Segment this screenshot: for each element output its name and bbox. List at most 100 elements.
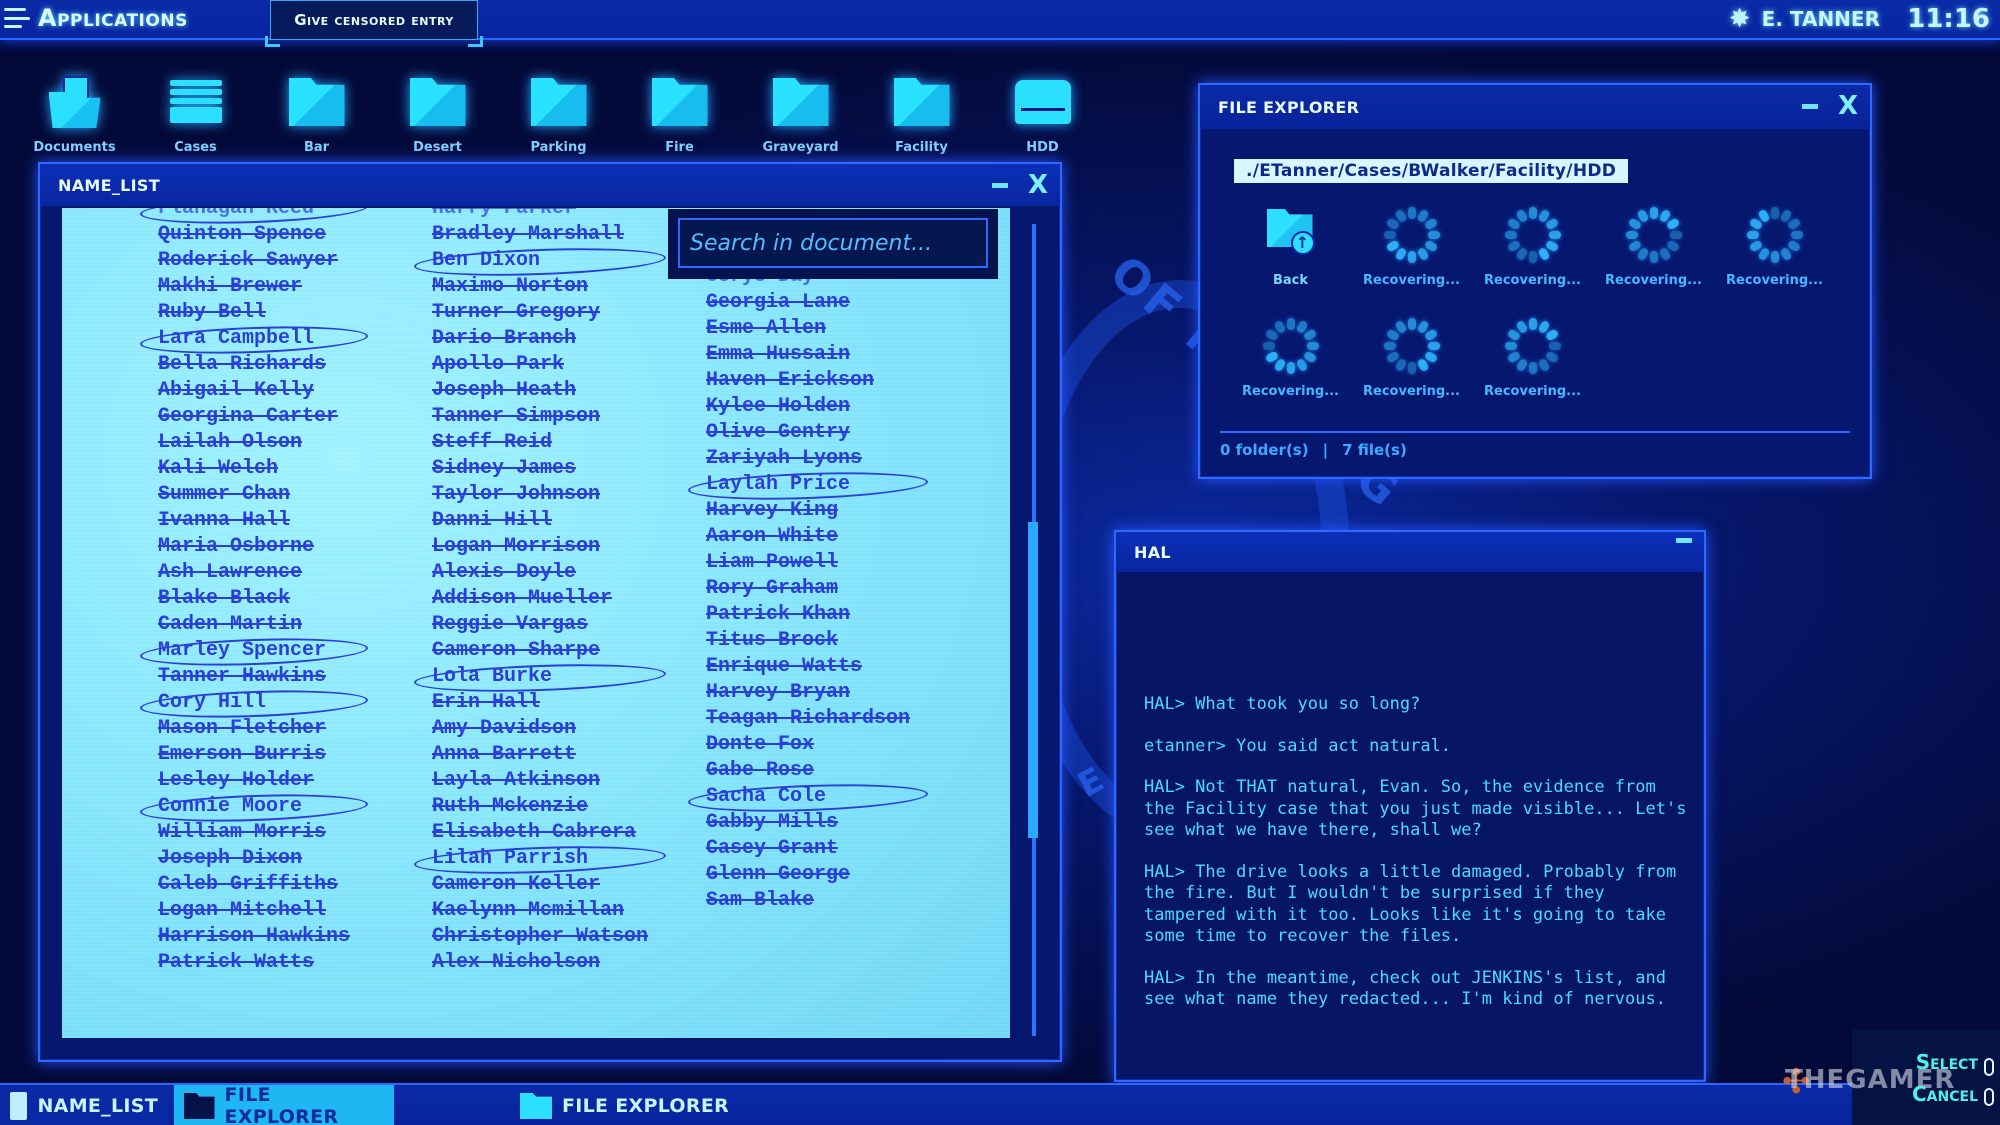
window-titlebar[interactable]: HAL [1116,532,1704,572]
name-entry[interactable]: Ruth Mckenzie [432,794,648,820]
name-entry[interactable]: Danni Hill [432,508,648,534]
name-entry[interactable]: Maximo Norton [432,274,648,300]
recovering-file[interactable]: Recovering... [1472,205,1593,288]
name-entry[interactable]: Kaelynn Mcmillan [432,898,648,924]
name-entry[interactable]: Caden Martin [158,612,350,638]
desktop-icon-bar[interactable]: Bar [256,70,377,155]
minimize-button[interactable] [1676,538,1692,543]
name-entry[interactable]: Ash Lawrence [158,560,350,586]
name-entry[interactable]: William Morris [158,820,350,846]
name-entry[interactable]: Glenn George [706,862,910,888]
name-entry[interactable]: Georgina Carter [158,404,350,430]
name-entry[interactable]: Bradley Marshall [432,222,648,248]
name-entry[interactable]: Zariyah Lyons [706,446,910,472]
name-entry[interactable]: Cory Hill [158,690,350,716]
name-entry[interactable]: Casey Grant [706,836,910,862]
search-input[interactable] [678,218,988,268]
name-entry[interactable]: Gabe Rose [706,758,910,784]
name-entry[interactable]: Anna Barrett [432,742,648,768]
name-entry[interactable]: Bella Richards [158,352,350,378]
desktop-icon-fire[interactable]: Fire [619,70,740,155]
name-entry[interactable]: Joseph Heath [432,378,648,404]
name-entry[interactable]: Lara Campbell [158,326,350,352]
name-entry[interactable]: Ivanna Hall [158,508,350,534]
name-entry[interactable]: Caleb Griffiths [158,872,350,898]
minimize-button[interactable] [991,182,1008,188]
name-entry[interactable]: Turner Gregory [432,300,648,326]
close-button[interactable]: X [1838,91,1858,121]
name-entry[interactable]: Titus Brock [706,628,910,654]
name-entry[interactable]: Patrick Khan [706,602,910,628]
name-entry[interactable]: Summer Chan [158,482,350,508]
name-entry[interactable]: Emma Hussain [706,342,910,368]
name-entry[interactable]: Patrick Watts [158,950,350,976]
name-entry[interactable]: Enrique Watts [706,654,910,680]
name-entry[interactable]: Erin Hall [432,690,648,716]
recovering-file[interactable]: Recovering... [1351,316,1472,399]
name-entry[interactable]: Gabby Mills [706,810,910,836]
recovering-file[interactable]: Recovering... [1714,205,1835,288]
name-entry[interactable]: Logan Mitchell [158,898,350,924]
name-entry[interactable]: Taylor Johnson [432,482,648,508]
name-entry[interactable]: Marley Spencer [158,638,350,664]
name-entry[interactable]: Maria Osborne [158,534,350,560]
name-entry[interactable]: Liam Powell [706,550,910,576]
taskbar-item-file-explorer-active[interactable]: FILE EXPLORER [174,1084,394,1125]
name-entry[interactable]: Harvey King [706,498,910,524]
desktop-icon-cases[interactable]: Cases [135,70,256,155]
desktop-icon-facility[interactable]: Facility [861,70,982,155]
desktop-icon-desert[interactable]: Desert [377,70,498,155]
name-entry[interactable]: Sidney James [432,456,648,482]
recovering-file[interactable]: Recovering... [1351,205,1472,288]
recovering-file[interactable]: Recovering... [1593,205,1714,288]
name-entry[interactable]: Connie Moore [158,794,350,820]
name-entry[interactable]: Rory Graham [706,576,910,602]
name-entry[interactable]: Kylee Holden [706,394,910,420]
name-entry[interactable]: Alexis Doyle [432,560,648,586]
name-entry[interactable]: Teagan Richardson [706,706,910,732]
minimize-button[interactable] [1801,103,1818,109]
name-entry[interactable]: Ben Dixon [432,248,648,274]
name-entry[interactable]: Roderick Sawyer [158,248,350,274]
name-entry[interactable]: Abigail Kelly [158,378,350,404]
name-entry[interactable]: Ruby Bell [158,300,350,326]
name-entry[interactable]: Emerson Burris [158,742,350,768]
recovering-file[interactable]: Recovering... [1230,316,1351,399]
name-entry[interactable]: Joseph Dixon [158,846,350,872]
scrollbar-thumb[interactable] [1028,521,1038,838]
user-profile[interactable]: ✸ E. TANNER [1726,5,1880,33]
name-entry[interactable]: Cameron Keller [432,872,648,898]
name-entry[interactable]: Makhi Brewer [158,274,350,300]
name-entry[interactable]: Laylah Price [706,472,910,498]
name-entry[interactable]: Mason Fletcher [158,716,350,742]
desktop-icon-documents[interactable]: Documents [14,70,135,155]
name-entry[interactable]: Donte Fox [706,732,910,758]
name-entry[interactable]: Reggie Vargas [432,612,648,638]
desktop-icon-parking[interactable]: Parking [498,70,619,155]
name-entry[interactable]: Dario Branch [432,326,648,352]
name-entry[interactable]: Lesley Holder [158,768,350,794]
name-entry[interactable]: Georgia Lane [706,290,910,316]
name-entry[interactable]: Harrison Hawkins [158,924,350,950]
name-entry[interactable]: Tanner Simpson [432,404,648,430]
close-button[interactable]: X [1028,170,1048,200]
recovering-file[interactable]: Recovering... [1472,316,1593,399]
name-entry[interactable]: Lailah Olson [158,430,350,456]
name-entry[interactable]: Apollo Park [432,352,648,378]
name-entry[interactable]: Tanner Hawkins [158,664,350,690]
name-entry[interactable]: Blake Black [158,586,350,612]
name-entry[interactable]: Cameron Sharpe [432,638,648,664]
name-entry[interactable]: Layla Atkinson [432,768,648,794]
name-entry[interactable]: Lola Burke [432,664,648,690]
desktop-icon-hdd[interactable]: HDD [982,70,1103,155]
name-entry[interactable]: Alex Nicholson [432,950,648,976]
name-entry[interactable]: Harry Parker [432,208,648,222]
name-entry[interactable]: Addison Mueller [432,586,648,612]
name-entry[interactable]: Steff Reid [432,430,648,456]
desktop-icon-graveyard[interactable]: Graveyard [740,70,861,155]
back-button[interactable]: ↑ Back [1230,205,1351,288]
name-entry[interactable]: Aaron White [706,524,910,550]
selected-name-entry[interactable]: Sacha Cole [702,784,992,812]
window-titlebar[interactable]: NAME_LIST X [40,164,1060,206]
name-entry[interactable]: Olive Gentry [706,420,910,446]
